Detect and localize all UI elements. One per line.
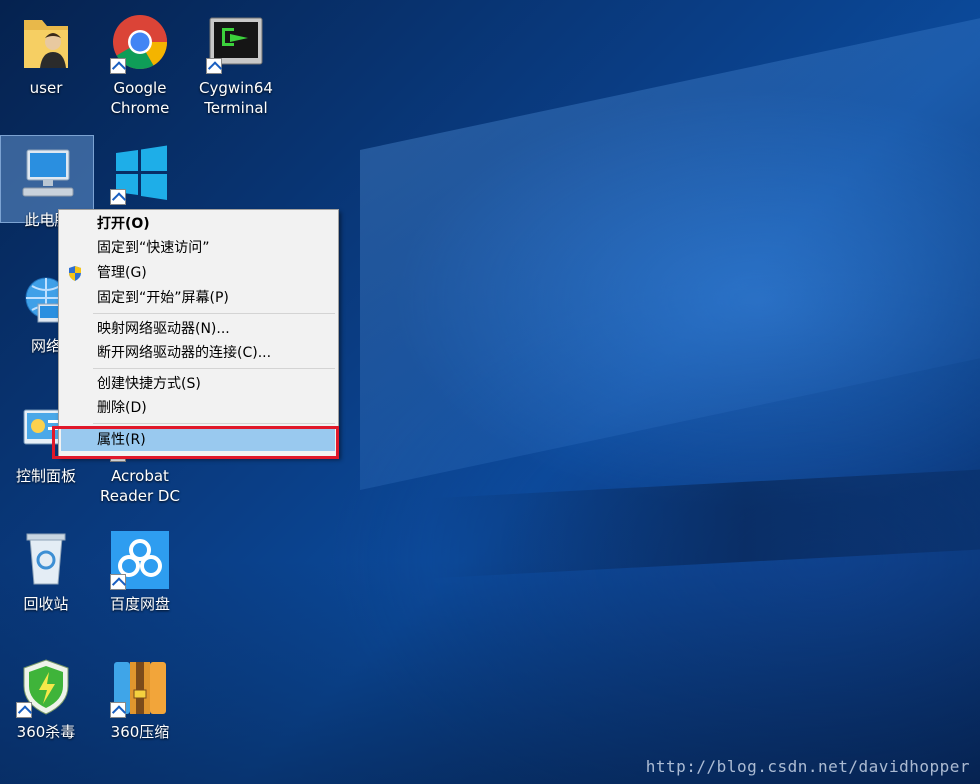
shortcut-arrow-icon [110, 702, 126, 718]
desktop-icon-label: 回收站 [23, 595, 69, 613]
menu-item-label: 固定到“开始”屏幕(P) [97, 290, 229, 306]
menu-item-create-shortcut[interactable]: 创建快捷方式(S) [61, 373, 335, 395]
wallpaper-light-beam [360, 0, 980, 491]
shortcut-arrow-icon [110, 574, 126, 590]
desktop-icon-360-antivirus[interactable]: 360杀毒 [0, 648, 92, 741]
context-menu: 打开(O) 固定到“快速访问” 管理(G) 固定到“开始”屏幕(P) 映射网络驱… [58, 209, 339, 457]
menu-item-label: 断开网络驱动器的连接(C)... [97, 345, 272, 361]
desktop-icon-google-chrome[interactable]: Google Chrome [94, 4, 186, 117]
shortcut-arrow-icon [110, 58, 126, 74]
menu-item-label: 删除(D) [97, 400, 147, 416]
desktop-icon-label: Google Chrome [110, 79, 170, 117]
menu-item-map-network-drive[interactable]: 映射网络驱动器(N)... [61, 318, 335, 340]
desktop-icon-user[interactable]: user [0, 4, 92, 98]
shortcut-arrow-icon [110, 189, 126, 205]
desktop-icon-label: Cygwin64 Terminal [199, 79, 273, 117]
recycle-bin-icon [16, 528, 76, 590]
computer-icon [17, 144, 77, 206]
shield-icon [16, 656, 76, 718]
annotation-highlight-box [52, 426, 339, 459]
terminal-icon [206, 12, 266, 74]
menu-item-delete[interactable]: 删除(D) [61, 397, 335, 419]
menu-item-pin-quick-access[interactable]: 固定到“快速访问” [61, 237, 335, 259]
menu-item-label: 打开(O) [97, 216, 150, 232]
desktop-icon-recycle-bin[interactable]: 回收站 [0, 520, 92, 613]
menu-item-manage[interactable]: 管理(G) [61, 262, 335, 284]
uac-shield-icon [67, 265, 83, 289]
desktop-icon-label: user [29, 79, 63, 97]
menu-item-label: 管理(G) [97, 265, 147, 281]
desktop-icon-label: 360压缩 [110, 723, 170, 741]
menu-item-label: 创建快捷方式(S) [97, 376, 201, 392]
desktop-icon-label: 控制面板 [15, 467, 76, 485]
archive-icon [110, 656, 170, 718]
menu-item-disconnect-network-drive[interactable]: 断开网络驱动器的连接(C)... [61, 342, 335, 364]
desktop-icon-cygwin64-terminal[interactable]: Cygwin64 Terminal [190, 4, 282, 117]
desktop-icon-label: 360杀毒 [16, 723, 76, 741]
menu-separator [93, 368, 335, 369]
watermark: http://blog.csdn.net/davidhopper [645, 757, 970, 776]
menu-item-pin-start[interactable]: 固定到“开始”屏幕(P) [61, 287, 335, 309]
menu-item-label: 固定到“快速访问” [97, 240, 210, 256]
desktop-icon-360-zip[interactable]: 360压缩 [94, 648, 186, 741]
desktop-icon-label: Acrobat Reader DC [100, 467, 180, 505]
menu-item-open[interactable]: 打开(O) [61, 213, 335, 235]
menu-separator [93, 423, 335, 424]
shortcut-arrow-icon [16, 702, 32, 718]
menu-separator [93, 313, 335, 314]
wallpaper-dark-band [430, 461, 980, 579]
baidu-cloud-icon [110, 528, 170, 590]
desktop-icon-baidu-netdisk[interactable]: 百度网盘 [94, 520, 186, 613]
windows-logo-icon [110, 143, 170, 205]
desktop-icon-label: 百度网盘 [109, 595, 170, 613]
shortcut-arrow-icon [206, 58, 222, 74]
menu-item-label: 映射网络驱动器(N)... [97, 321, 230, 337]
chrome-icon [110, 12, 170, 74]
user-folder-icon [16, 12, 76, 74]
